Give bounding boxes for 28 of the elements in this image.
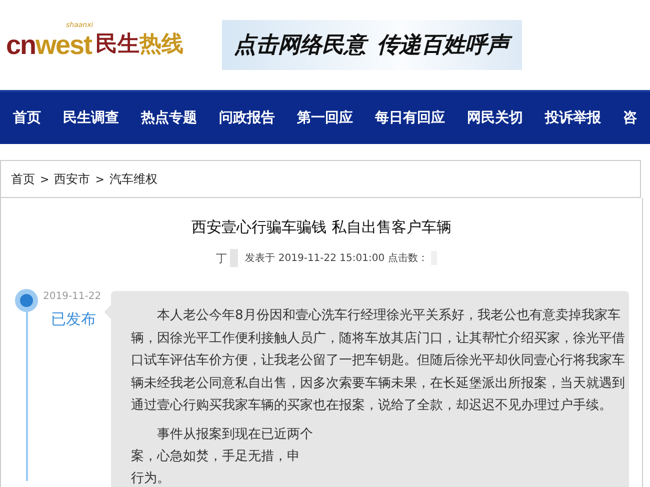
post-info: 发表于 2019-11-22 15:01:00 点击数： xyxy=(245,252,428,265)
nav-link[interactable]: 每日有回应 xyxy=(362,109,454,127)
author-name: 丁 xyxy=(216,250,228,266)
breadcrumb-link[interactable]: 西安市 xyxy=(54,170,90,188)
status-label: 已发布 xyxy=(50,310,97,329)
nav-link[interactable]: 投诉举报 xyxy=(532,109,610,127)
nav-link[interactable]: 网民关切 xyxy=(454,109,532,127)
logo-title: 民生热线 xyxy=(96,31,184,59)
nav-link[interactable]: 第一回应 xyxy=(284,109,362,127)
nav-link[interactable]: 民生调查 xyxy=(50,109,128,127)
blurred-mark xyxy=(230,249,238,267)
nav-link[interactable]: 热点专题 xyxy=(128,109,206,127)
text-line: 行为。 xyxy=(131,470,170,487)
text-line: 案，心急如焚，手足无措，申 xyxy=(131,448,300,466)
paragraph: 本人老公今年8月份因和壹心洗车行经理徐光平关系好，我老公也有意卖掉我家车辆，因徐光平工作便利接触人员广，随将车放其店门口，让其帮忙介绍买家，徐光平借口试车评估车价方便，让我老公留了一把车钥匙。但随后徐光平却伙同壹心行将我家车辆未经我老公同意私自出售，因多次索要车辆未果，在长延堡派出所报案，当天就遇到通过壹心行购买我家车辆的买家也在报案，说给了全款，却迟迟不见办理过户手续。 xyxy=(131,307,625,415)
banner[interactable]: 点击网络民意 传递百姓呼声 xyxy=(222,20,522,70)
nav-link[interactable]: 咨 xyxy=(610,109,646,127)
post-date: 2019-11-22 xyxy=(43,291,102,302)
logo: cnwest xyxy=(6,29,94,61)
breadcrumb-link[interactable]: 汽车维权 xyxy=(109,170,158,188)
separator: > xyxy=(95,172,104,186)
text-line: 事件从报案到现在已近两个 xyxy=(157,426,313,444)
separator: > xyxy=(40,172,50,186)
breadcrumb-link[interactable]: 首页 xyxy=(11,170,35,188)
article-title: 西安壹心行骗车骗钱 私自出售客户车辆 xyxy=(190,217,452,237)
nav-link[interactable]: 问政报告 xyxy=(206,109,284,127)
timeline-dot-icon xyxy=(15,289,38,312)
nav-link[interactable]: 首页 xyxy=(0,109,50,127)
